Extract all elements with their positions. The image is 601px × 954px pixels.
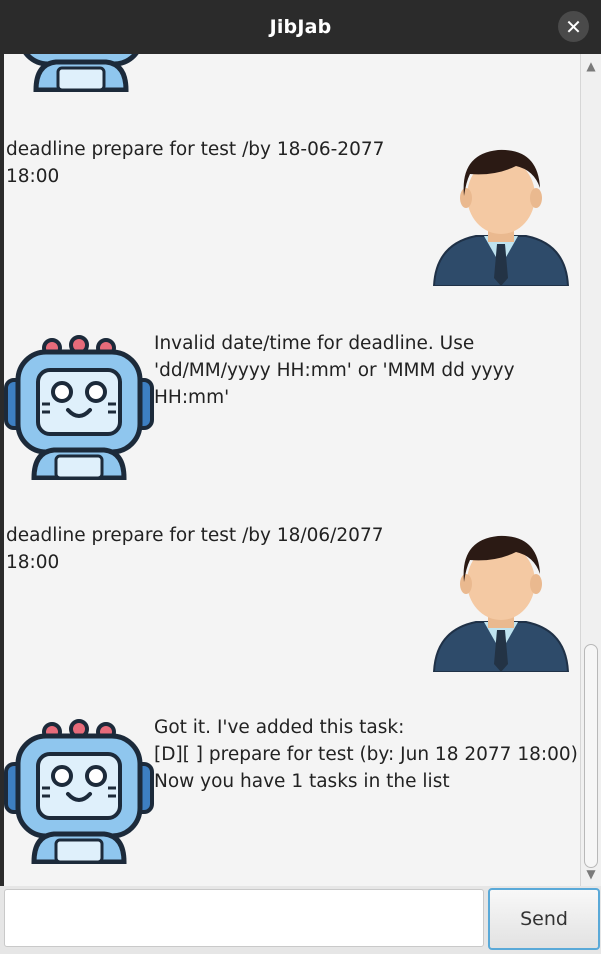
dialog-container[interactable]: deadline prepare for test /by 18-06-2077… [4, 54, 601, 886]
bot-message-text: Invalid date/time for deadline. Use 'dd/… [154, 333, 515, 408]
title-bar: JibJab ✕ [0, 0, 601, 54]
scrollbar-thumb[interactable] [584, 644, 598, 868]
user-message-text: deadline prepare for test /by 18/06/2077… [6, 525, 384, 573]
robot-avatar-icon [4, 714, 154, 864]
user-avatar-icon [426, 522, 576, 672]
bot-message-text: Got it. I've added this task: [D][ ] pre… [154, 717, 578, 792]
vertical-scrollbar[interactable]: ▲ ▼ [580, 54, 601, 886]
scroll-up-icon[interactable]: ▲ [581, 56, 601, 76]
send-button[interactable]: Send [488, 888, 600, 950]
user-avatar-icon [426, 136, 576, 286]
user-input-field[interactable] [4, 889, 484, 947]
robot-avatar-icon [4, 330, 154, 480]
user-message-text: deadline prepare for test /by 18-06-2077… [6, 139, 385, 187]
app-window: JibJab ✕ deadline prepare for test /by 1… [0, 0, 601, 954]
input-bar: Send [0, 886, 601, 954]
window-title: JibJab [269, 16, 332, 38]
scroll-down-icon[interactable]: ▼ [581, 864, 601, 884]
close-button[interactable]: ✕ [558, 11, 589, 42]
robot-avatar-icon [6, 54, 156, 92]
close-icon: ✕ [565, 14, 582, 39]
